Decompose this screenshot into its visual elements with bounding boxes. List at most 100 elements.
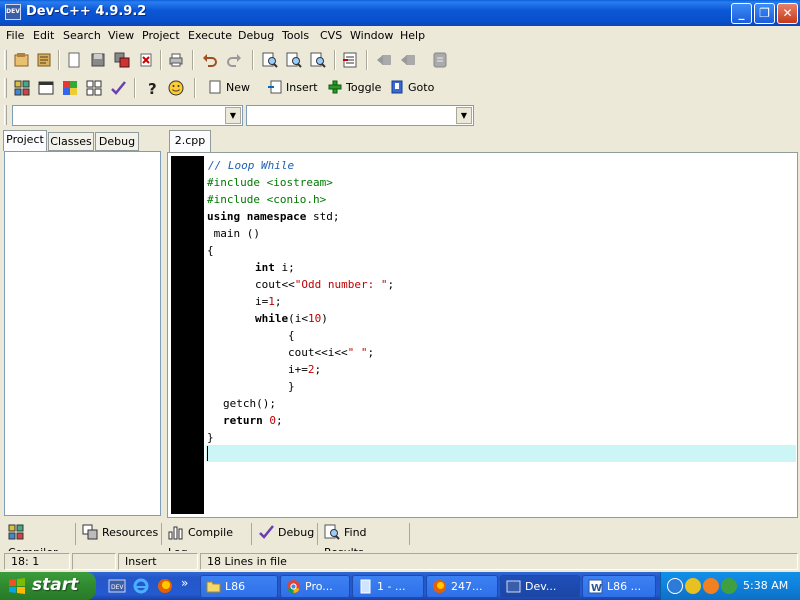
redo-icon bbox=[227, 54, 241, 67]
task-devcpp[interactable]: Dev... bbox=[500, 575, 580, 598]
tab-debug-output[interactable]: Debug bbox=[254, 523, 318, 545]
svg-text:?: ? bbox=[148, 80, 157, 96]
task-document[interactable]: 1 - ... bbox=[352, 575, 424, 598]
run-button[interactable] bbox=[36, 78, 56, 98]
task-word[interactable]: W L86 ... bbox=[582, 575, 656, 598]
bookmark-button[interactable] bbox=[430, 50, 450, 70]
replace-button[interactable] bbox=[284, 50, 304, 70]
tab-compile-log[interactable]: Compile Log bbox=[164, 523, 252, 559]
tray-check-icon[interactable] bbox=[721, 578, 737, 594]
toolbar-grip[interactable] bbox=[4, 105, 7, 125]
code-line-7: int i; bbox=[255, 259, 295, 276]
code-token: std; bbox=[306, 210, 340, 223]
goto-line-button[interactable] bbox=[340, 50, 360, 70]
file-tab[interactable]: 2.cpp bbox=[169, 130, 211, 152]
minimize-button[interactable]: _ bbox=[731, 3, 752, 24]
undo-icon bbox=[203, 54, 217, 67]
tab-compiler[interactable]: Compiler bbox=[4, 523, 76, 559]
find-button[interactable] bbox=[260, 50, 280, 70]
menu-help[interactable]: Help bbox=[400, 29, 425, 42]
tray-app-icon[interactable] bbox=[703, 578, 719, 594]
code-line-16: return 0; bbox=[223, 412, 283, 429]
goto-bookmark-button[interactable]: Goto bbox=[390, 79, 434, 97]
code-token: getch(); bbox=[223, 397, 276, 410]
plus-icon bbox=[328, 80, 342, 94]
compile-run-button[interactable] bbox=[60, 78, 80, 98]
taskbar: start DEV » L86 Pro... 1 - ... 247... De… bbox=[0, 572, 800, 600]
tab-resources[interactable]: Resources bbox=[78, 523, 162, 545]
internet-explorer-icon[interactable] bbox=[132, 577, 150, 595]
code-token: main () bbox=[207, 227, 260, 240]
menu-cvs[interactable]: CVS bbox=[320, 29, 342, 42]
maximize-button[interactable]: ❐ bbox=[754, 3, 775, 24]
firefox-icon[interactable] bbox=[156, 577, 174, 595]
class-combo[interactable]: ▼ bbox=[12, 105, 243, 126]
task-chrome[interactable]: Pro... bbox=[280, 575, 350, 598]
member-combo[interactable]: ▼ bbox=[246, 105, 474, 126]
devcpp-app-icon[interactable]: DEV bbox=[5, 4, 21, 20]
tab-debug[interactable]: Debug bbox=[95, 132, 139, 151]
security-shield-icon[interactable] bbox=[685, 578, 701, 594]
list-box-icon bbox=[433, 52, 447, 68]
menu-execute[interactable]: Execute bbox=[188, 29, 232, 42]
rebuild-all-button[interactable] bbox=[84, 78, 104, 98]
close-file-button[interactable] bbox=[136, 50, 156, 70]
save-all-button[interactable] bbox=[112, 50, 132, 70]
menu-window[interactable]: Window bbox=[350, 29, 393, 42]
back-button[interactable] bbox=[374, 50, 394, 70]
menu-tools[interactable]: Tools bbox=[282, 29, 309, 42]
menu-file[interactable]: File bbox=[6, 29, 24, 42]
tray-arrow-icon[interactable] bbox=[667, 578, 683, 594]
quicklaunch-more-icon[interactable]: » bbox=[181, 576, 188, 590]
new-label: New bbox=[226, 81, 250, 94]
start-button[interactable]: start bbox=[0, 572, 96, 600]
string-token: " " bbox=[347, 346, 368, 359]
line-count: 18 Lines in file bbox=[200, 553, 798, 570]
toolbar-grip[interactable] bbox=[4, 50, 7, 70]
project-tree[interactable] bbox=[4, 151, 161, 516]
svg-text:W: W bbox=[591, 583, 602, 594]
new-project-icon bbox=[14, 53, 29, 67]
task-firefox[interactable]: 247... bbox=[426, 575, 498, 598]
menu-view[interactable]: View bbox=[108, 29, 134, 42]
about-button[interactable] bbox=[166, 78, 186, 98]
help-button[interactable]: ? bbox=[142, 78, 162, 98]
code-token: } bbox=[288, 380, 295, 393]
undo-button[interactable] bbox=[200, 50, 220, 70]
compile-button[interactable] bbox=[12, 78, 32, 98]
close-button[interactable]: ✕ bbox=[777, 3, 798, 24]
line-gutter[interactable] bbox=[171, 156, 204, 514]
new-file-button[interactable] bbox=[64, 50, 84, 70]
code-text-area[interactable]: // Loop While #include <iostream> #inclu… bbox=[206, 157, 796, 513]
arrow-left-alt-icon bbox=[401, 55, 415, 65]
menu-search[interactable]: Search bbox=[63, 29, 101, 42]
forward-button[interactable] bbox=[398, 50, 418, 70]
menu-project[interactable]: Project bbox=[142, 29, 180, 42]
tab-project[interactable]: Project bbox=[3, 130, 47, 151]
toggle-bookmark-button[interactable]: Toggle bbox=[328, 79, 381, 97]
chevron-down-icon[interactable]: ▼ bbox=[225, 107, 241, 124]
menu-debug[interactable]: Debug bbox=[238, 29, 274, 42]
devcpp-quicklaunch-icon[interactable]: DEV bbox=[108, 577, 126, 595]
save-button[interactable] bbox=[88, 50, 108, 70]
find-next-button[interactable] bbox=[308, 50, 328, 70]
open-project-button[interactable] bbox=[34, 50, 54, 70]
toolbar-grip[interactable] bbox=[4, 78, 7, 98]
chrome-icon bbox=[287, 580, 300, 593]
syntax-check-button[interactable] bbox=[108, 78, 128, 98]
insert-button[interactable]: Insert bbox=[268, 79, 318, 97]
print-button[interactable] bbox=[166, 50, 186, 70]
title-bar[interactable]: DEV Dev-C++ 4.9.9.2 _ ❐ ✕ bbox=[0, 0, 800, 26]
new-file-icon bbox=[68, 52, 80, 68]
menu-edit[interactable]: Edit bbox=[33, 29, 54, 42]
chevron-down-icon[interactable]: ▼ bbox=[456, 107, 472, 124]
goto-icon bbox=[391, 80, 403, 94]
new-project-button[interactable] bbox=[12, 50, 32, 70]
tab-classes[interactable]: Classes bbox=[48, 132, 94, 151]
tab-find-results[interactable]: Find Results bbox=[320, 523, 410, 559]
code-editor[interactable]: // Loop While #include <iostream> #inclu… bbox=[167, 152, 798, 518]
task-folder-l86[interactable]: L86 bbox=[200, 575, 278, 598]
new-class-button[interactable]: New bbox=[208, 79, 250, 97]
word-icon: W bbox=[588, 579, 603, 594]
redo-button[interactable] bbox=[224, 50, 244, 70]
